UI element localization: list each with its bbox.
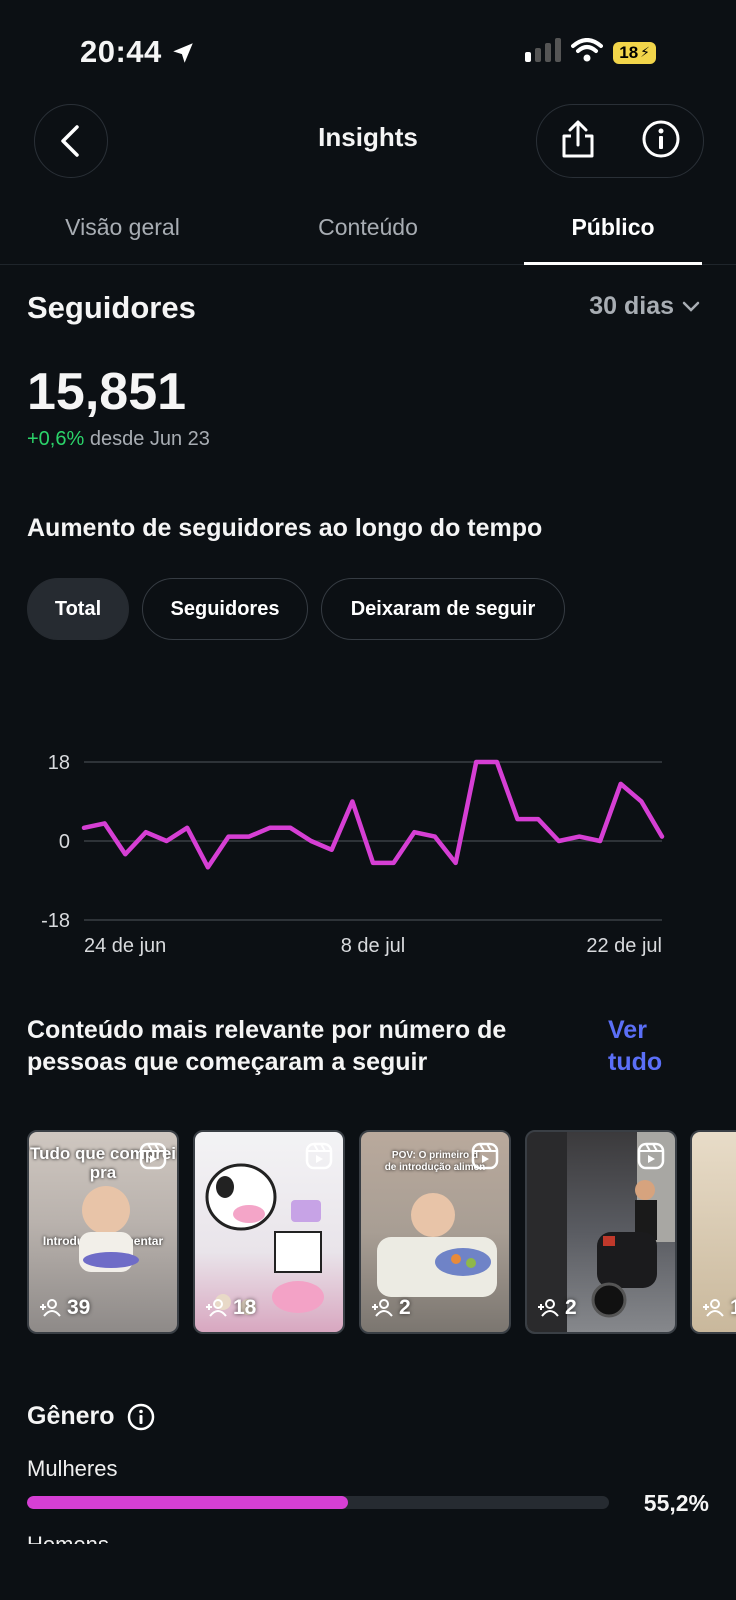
status-time: 20:44 — [80, 34, 162, 69]
chip-total[interactable]: Total — [27, 578, 129, 640]
new-followers-count: 1 — [702, 1296, 736, 1320]
follower-growth-chart: 18 0 -18 24 de jun 8 de jul 22 de jul — [41, 752, 665, 957]
new-followers-count: 2 — [371, 1296, 411, 1320]
new-followers-count: 18 — [205, 1296, 256, 1320]
status-indicators: 18 ⚡ — [525, 38, 656, 67]
chevron-down-icon — [682, 301, 700, 312]
y-tick-label: -18 — [41, 910, 70, 932]
content-thumbnail-3[interactable]: POV: O primeiro d de introdução alimen 2 — [359, 1130, 511, 1334]
count-value: 2 — [565, 1296, 577, 1319]
followers-title: Seguidores — [27, 290, 196, 325]
gender-label-men: Homens — [27, 1532, 109, 1544]
x-tick-label: 24 de jun — [84, 935, 166, 957]
header-actions — [536, 104, 704, 178]
reels-icon — [305, 1142, 333, 1175]
content-thumbnail-4[interactable]: 2 — [525, 1130, 677, 1334]
chip-followers[interactable]: Seguidores — [142, 578, 308, 640]
gender-section-title: Gênero — [27, 1402, 155, 1431]
reels-icon — [637, 1142, 665, 1175]
content-thumbnail-5[interactable]: 1 — [690, 1130, 736, 1334]
add-person-icon — [372, 1299, 393, 1317]
chip-unfollowed[interactable]: Deixaram de seguir — [321, 578, 565, 640]
gender-title: Gênero — [27, 1402, 115, 1430]
info-button[interactable] — [641, 119, 681, 164]
share-button[interactable] — [559, 119, 597, 164]
tab-bar: Visão geral Conteúdo Público — [0, 208, 736, 265]
new-followers-count: 2 — [537, 1296, 577, 1320]
battery-level: 18 — [619, 42, 639, 62]
date-range-label: 30 dias — [589, 292, 674, 320]
x-tick-label: 8 de jul — [341, 935, 406, 957]
add-person-icon — [538, 1299, 559, 1317]
gender-bar-women — [27, 1496, 609, 1509]
battery-icon: 18 ⚡ — [613, 41, 656, 64]
signal-icon — [525, 38, 562, 67]
new-followers-count: 39 — [39, 1296, 90, 1320]
count-value: 1 — [730, 1296, 736, 1320]
count-value: 18 — [233, 1296, 257, 1319]
x-tick-label: 22 de jul — [586, 935, 662, 957]
count-value: 39 — [67, 1296, 91, 1319]
active-tab-indicator — [524, 262, 702, 265]
location-arrow-icon — [170, 40, 196, 71]
y-tick-label: 18 — [48, 752, 70, 774]
delta-percent: +0,6% — [27, 428, 85, 450]
top-content-title: Conteúdo mais relevante por número de pe… — [27, 1016, 507, 1076]
reels-icon — [471, 1142, 499, 1175]
wifi-icon — [571, 38, 604, 67]
growth-chart-title: Aumento de seguidores ao longo do tempo — [27, 514, 543, 542]
gender-label-women: Mulheres — [27, 1456, 118, 1481]
add-person-icon — [206, 1299, 227, 1317]
tab-content[interactable]: Conteúdo — [282, 214, 454, 241]
see-all-link[interactable]: Ver tudo — [608, 1014, 688, 1078]
tab-overview[interactable]: Visão geral — [40, 214, 205, 241]
baby-image — [79, 1186, 139, 1272]
add-person-icon — [40, 1299, 61, 1317]
follower-count: 15,851 — [27, 363, 187, 421]
add-person-icon — [703, 1299, 724, 1317]
count-value: 2 — [399, 1296, 411, 1319]
content-thumbnail-1[interactable]: Tudo que comprei pra Introdução Alimenta… — [27, 1130, 179, 1334]
reels-icon — [139, 1142, 167, 1175]
share-icon — [562, 120, 594, 157]
tab-audience[interactable]: Público — [524, 214, 702, 241]
follower-delta: +0,6% desde Jun 23 — [27, 428, 210, 451]
gender-bar-fill — [27, 1496, 349, 1509]
y-tick-label: 0 — [59, 831, 70, 853]
info-icon — [642, 120, 680, 157]
content-thumbnail-2[interactable]: 18 — [193, 1130, 345, 1334]
chart-series-line — [81, 759, 665, 870]
date-range-selector[interactable]: 30 dias — [589, 292, 700, 321]
gender-value-women: 55,2% — [643, 1490, 709, 1516]
info-icon[interactable] — [127, 1403, 155, 1431]
delta-since: desde Jun 23 — [89, 428, 210, 450]
